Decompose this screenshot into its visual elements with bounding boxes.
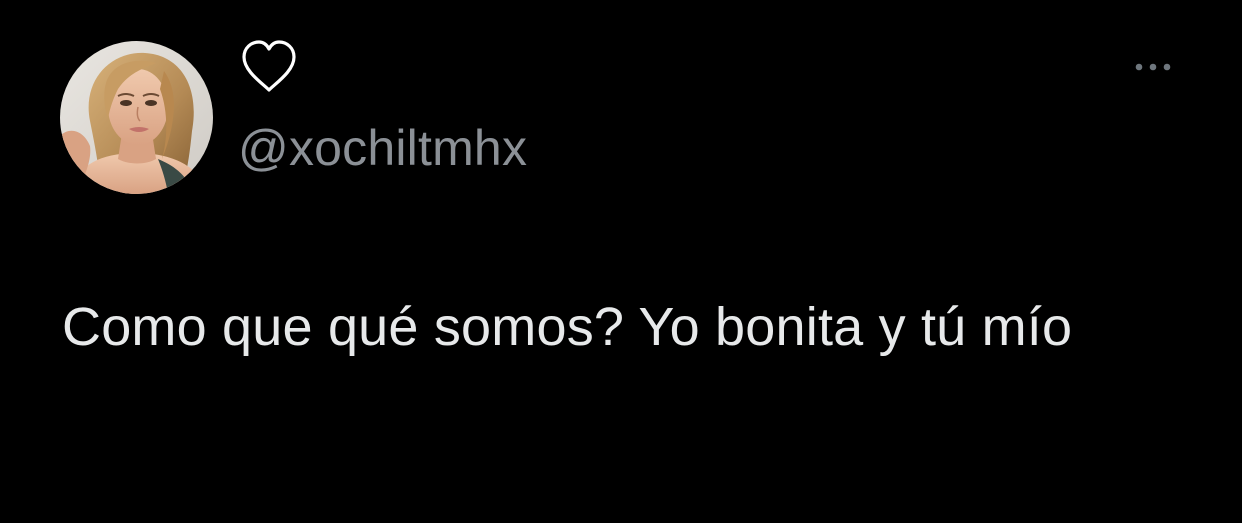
- avatar-image: [60, 41, 213, 194]
- user-handle[interactable]: @xochiltmhx: [238, 118, 527, 178]
- avatar[interactable]: [60, 41, 213, 194]
- tweet-text: Como que qué somos? Yo bonita y tú mío: [62, 297, 1073, 357]
- heart-icon[interactable]: [240, 38, 298, 96]
- more-options-icon[interactable]: [1128, 52, 1178, 82]
- tweet-card: @xochiltmhx Como que qué somos? Yo bonit…: [0, 0, 1242, 523]
